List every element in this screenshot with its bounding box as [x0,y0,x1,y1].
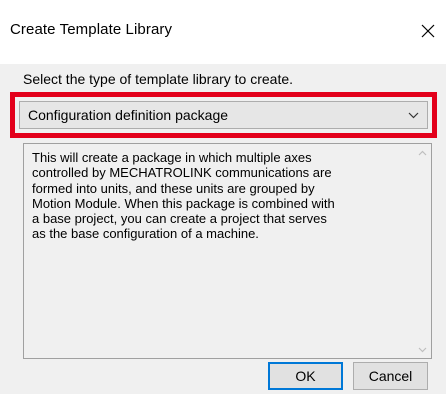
dialog-body: Select the type of template library to c… [0,64,446,394]
chevron-down-icon [408,112,419,119]
library-type-selected-value: Configuration definition package [28,107,229,123]
scroll-up-arrow-icon [418,150,427,155]
window-title: Create Template Library [10,21,173,38]
close-button[interactable] [410,14,446,48]
scroll-up-button[interactable] [414,144,431,161]
vertical-scrollbar[interactable] [414,144,431,358]
create-template-library-dialog: Create Template Library Select the type … [0,0,446,394]
scroll-down-arrow-icon [418,347,427,352]
ok-button[interactable]: OK [268,362,343,390]
description-text: This will create a package in which mult… [32,150,335,242]
select-type-label: Select the type of template library to c… [23,71,294,87]
description-textarea[interactable]: This will create a package in which mult… [23,143,432,359]
title-bar: Create Template Library [0,0,446,64]
library-type-dropdown[interactable]: Configuration definition package [19,101,428,129]
close-icon [421,24,435,38]
scroll-down-button[interactable] [414,341,431,358]
cancel-button[interactable]: Cancel [353,362,428,390]
